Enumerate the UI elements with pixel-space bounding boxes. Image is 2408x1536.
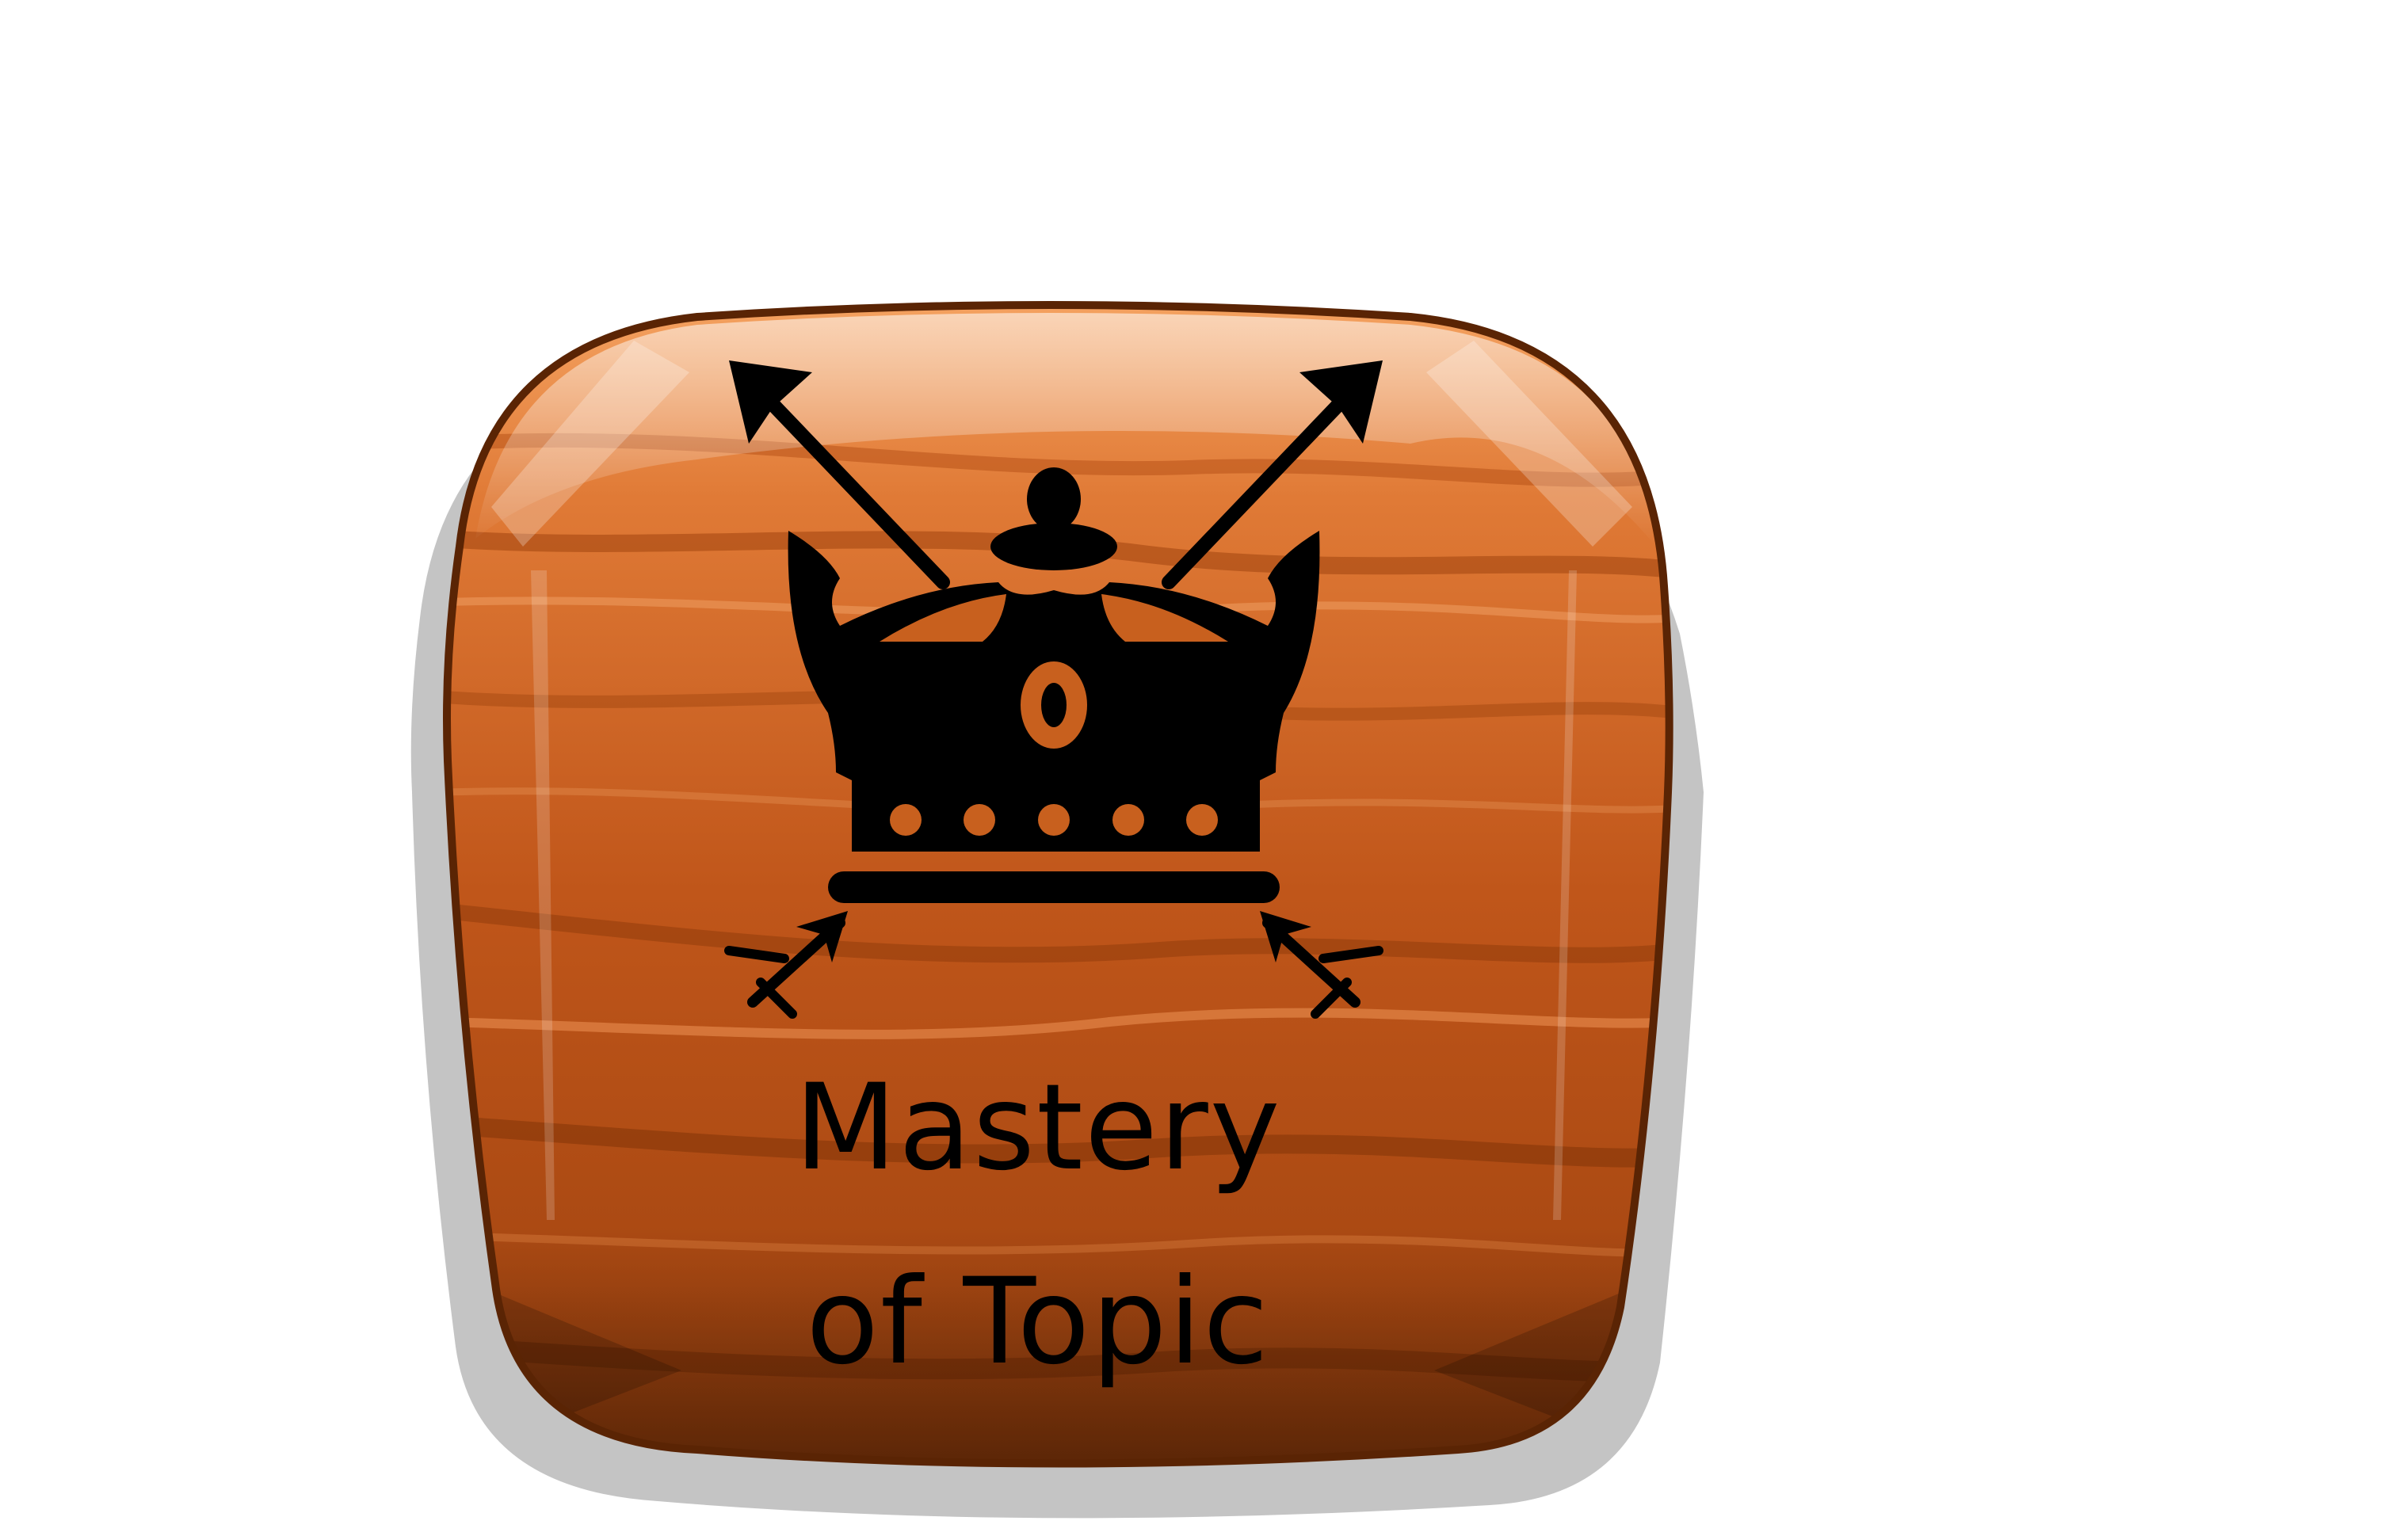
badge-canvas: Mastery of Topic [0, 0, 2408, 1536]
badge-title-line2: of Topic [806, 1253, 1270, 1391]
mastery-badge[interactable]: Mastery of Topic [0, 0, 2408, 1536]
badge-title-line1: Mastery [794, 1059, 1281, 1197]
